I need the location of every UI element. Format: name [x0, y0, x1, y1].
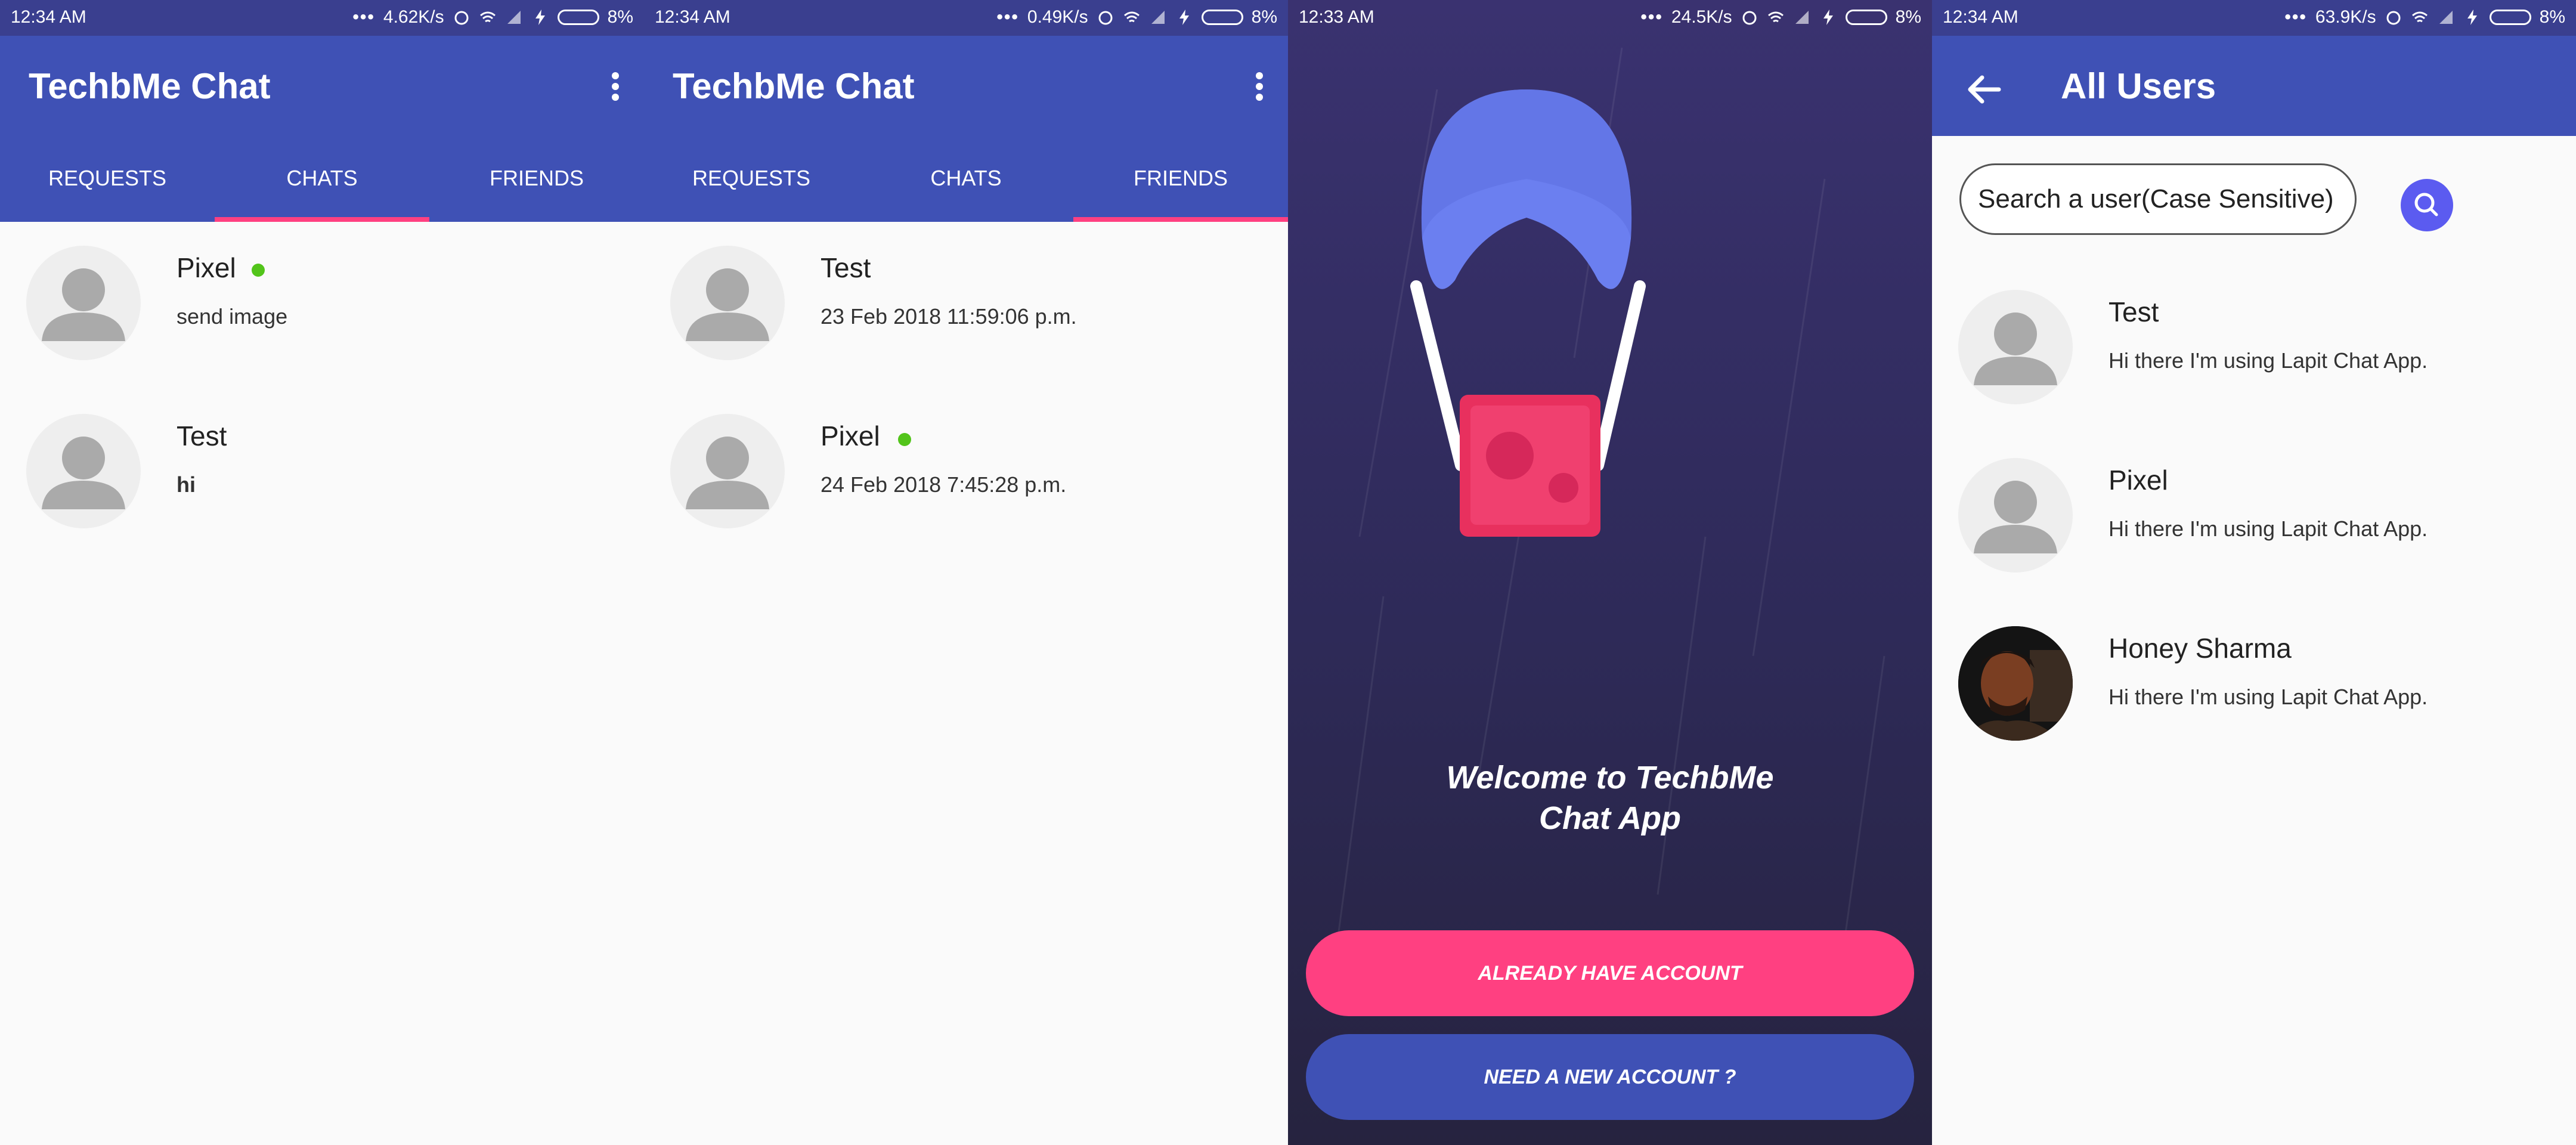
all-users-screen: 12:34 AM ••• 63.9K/s 8% All Users Search…	[1932, 0, 2576, 1145]
user-photo	[1958, 626, 2073, 741]
user-row[interactable]: Test Hi there I'm using Lapit Chat App.	[1932, 266, 2576, 433]
charging-icon	[535, 10, 545, 25]
search-icon	[2414, 193, 2438, 216]
default-user-icon	[1974, 312, 2057, 385]
chat-row[interactable]: Pixel send image	[0, 222, 644, 389]
battery-level: 8%	[1251, 7, 1277, 27]
alarm-icon	[454, 11, 469, 25]
tab-bar: REQUESTS CHATS FRIENDS	[644, 137, 1288, 222]
user-row[interactable]: Honey Sharma Hi there I'm using Lapit Ch…	[1932, 602, 2576, 769]
avatar	[1958, 458, 2073, 572]
friend-row[interactable]: Pixel 24 Feb 2018 7:45:28 p.m.	[644, 390, 1288, 557]
online-indicator	[252, 264, 265, 277]
welcome-message: Welcome to TechbMe Chat App	[1288, 757, 1932, 838]
tab-requests[interactable]: REQUESTS	[644, 137, 859, 222]
profile-photo	[1958, 626, 2073, 741]
already-have-account-button[interactable]: ALREADY HAVE ACCOUNT	[1306, 930, 1914, 1016]
default-user-icon	[686, 437, 769, 509]
toolbar: TechbMe Chat	[0, 36, 644, 137]
default-user-icon	[686, 268, 769, 341]
tab-bar: REQUESTS CHATS FRIENDS	[0, 137, 644, 222]
contact-name: Test	[177, 420, 227, 451]
welcome-line-2: Chat App	[1539, 800, 1681, 836]
network-speed: 0.49K/s	[1027, 7, 1088, 27]
status-time: 12:34 AM	[1943, 7, 2018, 27]
friend-name: Test	[821, 252, 871, 283]
more-options-icon[interactable]	[603, 69, 627, 110]
page-title: All Users	[2061, 66, 2216, 106]
app-title: TechbMe Chat	[29, 66, 271, 106]
status-bar: 12:34 AM ••• 4.62K/s 8%	[0, 0, 644, 36]
signal-icon	[2439, 11, 2453, 24]
online-indicator	[898, 433, 911, 446]
friend-row[interactable]: Test 23 Feb 2018 11:59:06 p.m.	[644, 222, 1288, 389]
user-name: Pixel	[2109, 465, 2168, 496]
user-name: Honey Sharma	[2109, 633, 2292, 664]
tab-chats[interactable]: CHATS	[215, 137, 429, 222]
avatar	[1958, 290, 2073, 404]
charging-icon	[2467, 10, 2477, 25]
last-message: send image	[177, 304, 288, 329]
battery-level: 8%	[607, 7, 633, 27]
chat-row[interactable]: Test hi	[0, 390, 644, 557]
battery-icon	[1201, 10, 1243, 25]
signal-icon	[507, 11, 521, 24]
charging-icon	[1179, 10, 1189, 25]
back-arrow-icon[interactable]	[1963, 69, 2005, 110]
status-bar: 12:34 AM ••• 0.49K/s 8%	[644, 0, 1288, 36]
signal-icon	[1151, 11, 1165, 24]
default-user-icon	[42, 437, 125, 509]
network-speed: 4.62K/s	[383, 7, 444, 27]
user-status: Hi there I'm using Lapit Chat App.	[2109, 516, 2428, 541]
default-user-icon	[42, 268, 125, 341]
avatar	[26, 414, 141, 528]
chats-screen: 12:34 AM ••• 4.62K/s 8% TechbMe Chat REQ…	[0, 0, 644, 1145]
wifi-icon	[1123, 11, 1140, 23]
wifi-icon	[2411, 11, 2428, 23]
user-row[interactable]: Pixel Hi there I'm using Lapit Chat App.	[1932, 434, 2576, 601]
welcome-screen: 12:33 AM ••• 24.5K/s 8% Welcome to Techb…	[1288, 0, 1932, 1145]
friend-name: Pixel	[821, 420, 880, 451]
battery-level: 8%	[2539, 7, 2565, 27]
last-message: hi	[177, 472, 196, 497]
contact-name: Pixel	[177, 252, 236, 283]
more-notifications-icon: •••	[352, 7, 375, 27]
parachute-logo-icon	[1410, 89, 1646, 537]
tab-chats[interactable]: CHATS	[859, 137, 1073, 222]
toolbar: All Users	[1932, 36, 2576, 136]
friends-since-date: 23 Feb 2018 11:59:06 p.m.	[821, 304, 1077, 329]
tab-friends[interactable]: FRIENDS	[1073, 137, 1288, 222]
search-input[interactable]	[1959, 163, 2357, 235]
friends-screen: 12:34 AM ••• 0.49K/s 8% TechbMe Chat REQ…	[644, 0, 1288, 1145]
user-status: Hi there I'm using Lapit Chat App.	[2109, 685, 2428, 709]
tab-friends[interactable]: FRIENDS	[429, 137, 644, 222]
alarm-icon	[2386, 11, 2401, 25]
more-notifications-icon: •••	[2284, 7, 2307, 27]
network-speed: 63.9K/s	[2315, 7, 2376, 27]
user-name: Test	[2109, 296, 2159, 327]
avatar	[670, 246, 785, 360]
status-time: 12:34 AM	[655, 7, 730, 27]
battery-icon	[2489, 10, 2531, 25]
battery-icon	[557, 10, 599, 25]
status-bar: 12:34 AM ••• 63.9K/s 8%	[1932, 0, 2576, 36]
avatar	[26, 246, 141, 360]
toolbar: TechbMe Chat	[644, 36, 1288, 137]
avatar	[670, 414, 785, 528]
more-notifications-icon: •••	[996, 7, 1019, 27]
alarm-icon	[1098, 11, 1113, 25]
more-options-icon[interactable]	[1247, 69, 1271, 110]
default-user-icon	[1974, 481, 2057, 553]
wifi-icon	[479, 11, 496, 23]
search-button[interactable]	[2401, 179, 2453, 231]
friends-since-date: 24 Feb 2018 7:45:28 p.m.	[821, 472, 1067, 497]
welcome-line-1: Welcome to TechbMe	[1446, 760, 1774, 796]
tab-requests[interactable]: REQUESTS	[0, 137, 215, 222]
need-new-account-button[interactable]: NEED A NEW ACCOUNT ?	[1306, 1034, 1914, 1120]
status-time: 12:34 AM	[11, 7, 86, 27]
app-title: TechbMe Chat	[673, 66, 915, 106]
user-status: Hi there I'm using Lapit Chat App.	[2109, 348, 2428, 373]
